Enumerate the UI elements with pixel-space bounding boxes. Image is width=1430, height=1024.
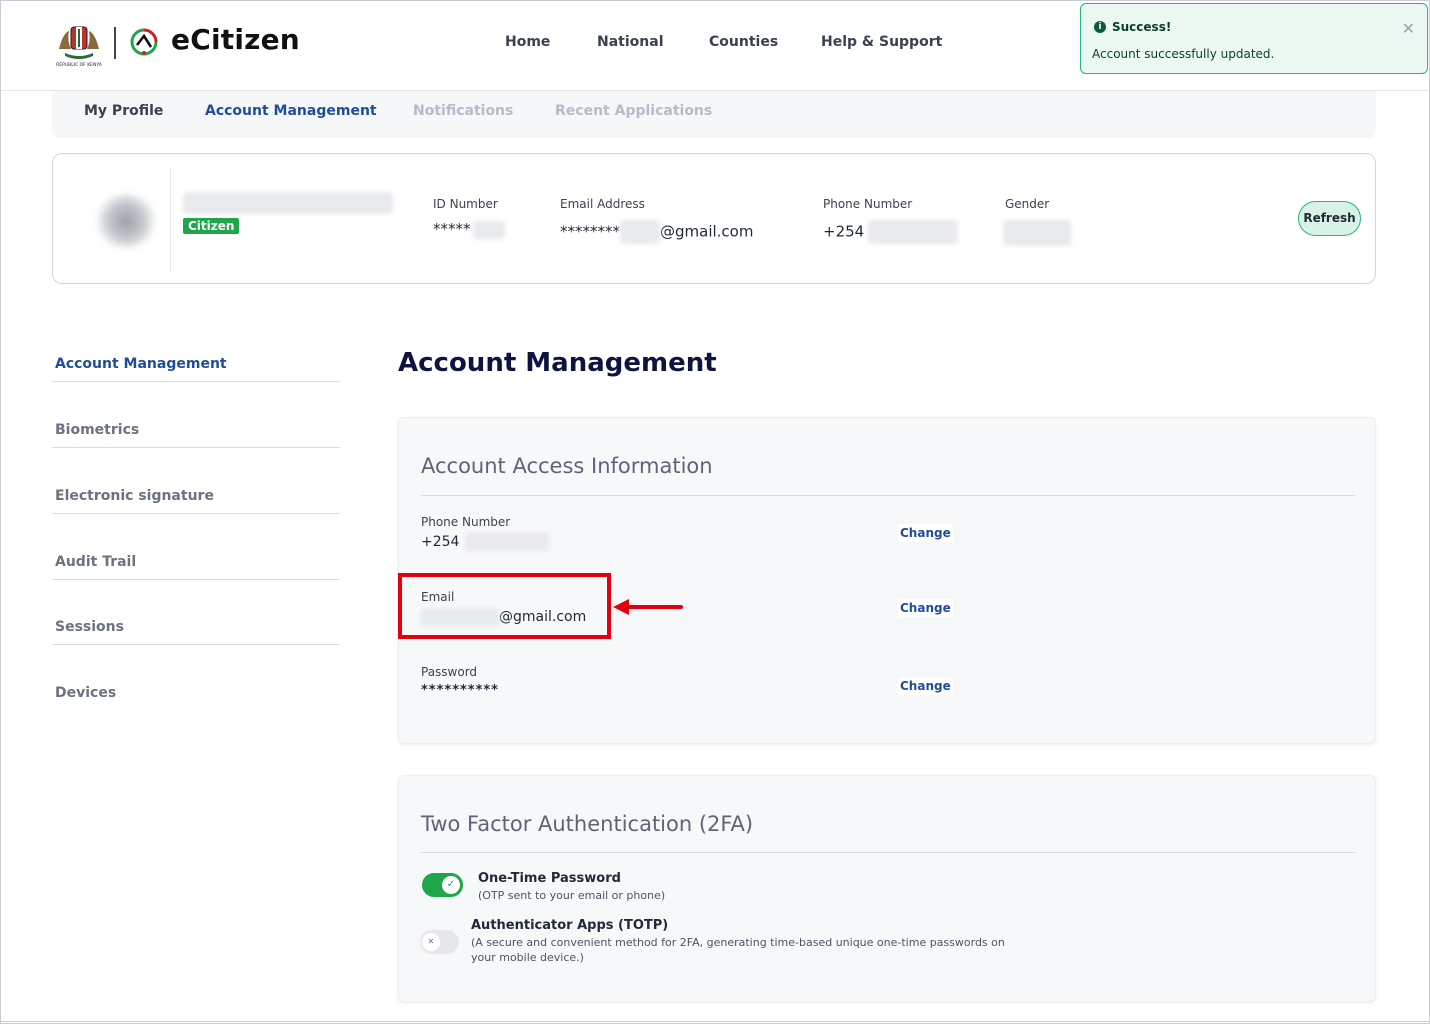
phone-label: Phone Number bbox=[421, 515, 511, 529]
close-icon[interactable]: ✕ bbox=[1402, 19, 1415, 38]
totp-toggle[interactable]: ✕ bbox=[420, 930, 459, 954]
refresh-button[interactable]: Refresh bbox=[1298, 201, 1361, 236]
sidebar-item-label: Biometrics bbox=[55, 422, 140, 438]
toast-message: Account successfully updated. bbox=[1092, 47, 1275, 61]
sidebar-item-label: Audit Trail bbox=[55, 554, 137, 570]
id-number-label: ID Number bbox=[433, 197, 498, 211]
change-email-button[interactable]: Change bbox=[898, 599, 953, 617]
x-icon: ✕ bbox=[422, 933, 440, 951]
panel-title: Account Access Information bbox=[421, 454, 713, 478]
divider bbox=[421, 852, 1355, 853]
sidebar-item-label: Sessions bbox=[55, 619, 124, 635]
password-value: ********** bbox=[421, 683, 499, 698]
profile-tabs: My Profile Account Management Notificati… bbox=[52, 91, 1376, 138]
crest-caption: REPUBLIC OF KENYA bbox=[56, 62, 103, 68]
brand-name[interactable]: eCitizen bbox=[171, 23, 300, 56]
avatar bbox=[79, 168, 173, 272]
id-number-value: ***** bbox=[433, 220, 505, 239]
panel-title: Two Factor Authentication (2FA) bbox=[421, 812, 754, 836]
gender-label: Gender bbox=[1005, 197, 1050, 211]
sidebar-item-label: Devices bbox=[55, 685, 117, 701]
check-icon: ✓ bbox=[442, 876, 460, 894]
kenya-crest-icon: REPUBLIC OF KENYA bbox=[56, 26, 103, 68]
phone-number-value: +254 bbox=[823, 220, 959, 244]
change-phone-button[interactable]: Change bbox=[898, 524, 953, 542]
logo-separator bbox=[114, 27, 116, 59]
change-password-button[interactable]: Change bbox=[898, 677, 953, 695]
page: REPUBLIC OF KENYA eCitizen Home National… bbox=[0, 0, 1430, 1024]
email-address-label: Email Address bbox=[560, 197, 645, 211]
phone-value: +254 bbox=[421, 533, 550, 551]
tab-notifications[interactable]: Notifications bbox=[413, 103, 513, 119]
divider bbox=[170, 168, 171, 272]
success-toast: i Success! Account successfully updated.… bbox=[1080, 3, 1428, 74]
tab-my-profile[interactable]: My Profile bbox=[84, 103, 163, 119]
totp-description: (A secure and convenient method for 2FA,… bbox=[471, 936, 1005, 964]
divider bbox=[421, 495, 1355, 496]
divider bbox=[1, 1021, 1430, 1022]
email-address-value: ******** @gmail.com bbox=[560, 220, 753, 244]
password-label: Password bbox=[421, 665, 478, 679]
nav-national[interactable]: National bbox=[597, 34, 664, 50]
totp-title: Authenticator Apps (TOTP) bbox=[471, 918, 669, 933]
user-name-redacted bbox=[183, 192, 393, 214]
nav-counties[interactable]: Counties bbox=[709, 34, 778, 50]
toast-title: Success! bbox=[1112, 20, 1172, 34]
otp-description: (OTP sent to your email or phone) bbox=[478, 889, 666, 902]
sidebar-item-label: Electronic signature bbox=[55, 488, 214, 504]
phone-number-label: Phone Number bbox=[823, 197, 913, 211]
sidebar-item-electronic-signature[interactable]: Electronic signature bbox=[52, 480, 340, 514]
page-title: Account Management bbox=[398, 348, 717, 378]
sidebar-item-devices[interactable]: Devices bbox=[52, 677, 340, 711]
sidebar-item-audit-trail[interactable]: Audit Trail bbox=[52, 546, 340, 580]
nav-home[interactable]: Home bbox=[505, 34, 550, 50]
ecitizen-logo-icon bbox=[130, 28, 158, 56]
arrow-left-icon bbox=[613, 599, 683, 615]
tab-account-management[interactable]: Account Management bbox=[205, 103, 377, 119]
profile-summary-card: Citizen ID Number ***** Email Address **… bbox=[52, 153, 1376, 284]
sidebar-item-label: Account Management bbox=[55, 356, 227, 372]
citizen-badge: Citizen bbox=[183, 218, 240, 234]
gender-value bbox=[1003, 220, 1071, 246]
info-icon: i bbox=[1094, 21, 1106, 33]
nav-help-support[interactable]: Help & Support bbox=[821, 34, 942, 50]
sidebar-item-account-management[interactable]: Account Management bbox=[52, 348, 340, 382]
sidebar-item-sessions[interactable]: Sessions bbox=[52, 611, 340, 645]
otp-toggle[interactable]: ✓ bbox=[422, 873, 463, 897]
sidebar-item-biometrics[interactable]: Biometrics bbox=[52, 414, 340, 448]
otp-title: One-Time Password bbox=[478, 871, 621, 886]
email-highlight-box bbox=[398, 573, 611, 639]
tab-recent-applications[interactable]: Recent Applications bbox=[555, 103, 712, 119]
